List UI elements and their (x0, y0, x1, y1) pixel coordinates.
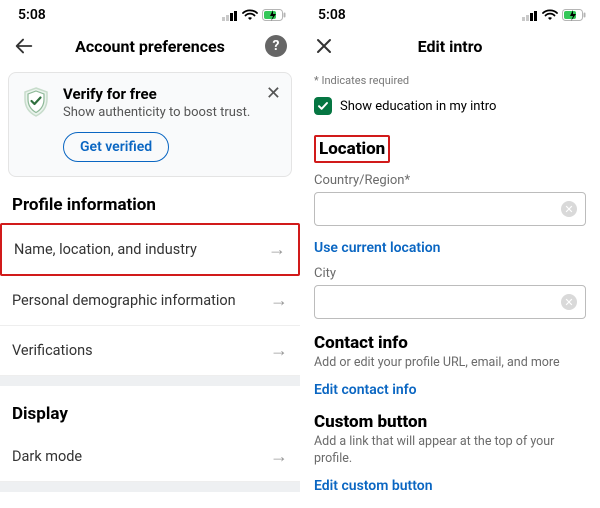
edit-intro-screen: 5:08 Edit intro * Indicates required (300, 0, 600, 508)
section-divider (0, 376, 300, 386)
row-demographic-info[interactable]: Personal demographic information → (0, 276, 300, 326)
status-time: 5:08 (18, 7, 46, 23)
verify-subtitle: Show authenticity to boost trust. (63, 105, 250, 122)
show-education-checkbox-row[interactable]: Show education in my intro (300, 93, 600, 129)
cellular-icon (522, 10, 538, 21)
edit-custom-button[interactable]: Edit custom button (300, 468, 600, 502)
city-label: City (300, 264, 600, 283)
battery-charging-icon (562, 9, 586, 21)
custom-button-sub: Add a link that will appear at the top o… (300, 432, 600, 468)
checkbox-label: Show education in my intro (340, 99, 496, 114)
chevron-right-icon: → (270, 446, 288, 467)
chevron-right-icon: → (268, 239, 286, 260)
status-bar: 5:08 (0, 0, 300, 26)
shield-check-icon (19, 85, 53, 119)
contact-info-heading: Contact info (300, 319, 600, 353)
required-note: * Indicates required (300, 66, 600, 93)
back-icon[interactable] (10, 35, 38, 57)
status-indicators (222, 9, 286, 21)
account-preferences-screen: 5:08 Account preferences ? (0, 0, 300, 508)
row-dark-mode[interactable]: Dark mode → (0, 432, 300, 482)
page-title: Account preferences (38, 37, 262, 56)
verify-card: Verify for free Show authenticity to boo… (8, 72, 292, 177)
battery-charging-icon (262, 9, 286, 21)
city-input[interactable]: ✕ (314, 285, 586, 319)
get-verified-button[interactable]: Get verified (63, 132, 169, 162)
row-label: Name, location, and industry (14, 241, 197, 258)
cellular-icon (222, 10, 238, 21)
close-icon[interactable]: ✕ (266, 83, 281, 104)
status-indicators (522, 9, 586, 21)
status-bar: 5:08 (300, 0, 600, 26)
checkbox-checked-icon (314, 97, 332, 115)
status-time: 5:08 (318, 7, 346, 23)
wifi-icon (242, 9, 258, 21)
verify-title: Verify for free (63, 85, 250, 103)
profile-info-heading: Profile information (0, 177, 300, 223)
contact-info-sub: Add or edit your profile URL, email, and… (300, 353, 600, 372)
chevron-right-icon: → (270, 290, 288, 311)
wifi-icon (542, 9, 558, 21)
chevron-right-icon: → (270, 340, 288, 361)
row-label: Verifications (12, 342, 93, 359)
clear-input-icon[interactable]: ✕ (561, 294, 577, 310)
edit-contact-info-button[interactable]: Edit contact info (300, 372, 600, 406)
page-title: Edit intro (338, 37, 562, 56)
use-current-location-button[interactable]: Use current location (300, 226, 600, 264)
general-preferences-heading: General preferences (0, 492, 300, 508)
row-verifications[interactable]: Verifications → (0, 326, 300, 376)
custom-button-heading: Custom button (300, 406, 600, 432)
country-region-input[interactable]: ✕ (314, 192, 586, 226)
section-divider (0, 482, 300, 492)
right-header: Edit intro (300, 26, 600, 66)
display-heading: Display (0, 386, 300, 432)
clear-input-icon[interactable]: ✕ (561, 201, 577, 217)
left-header: Account preferences ? (0, 26, 300, 66)
country-region-label: Country/Region* (300, 165, 600, 190)
row-label: Personal demographic information (12, 292, 236, 309)
row-label: Dark mode (12, 448, 82, 465)
location-heading: Location (314, 135, 390, 163)
row-name-location-industry[interactable]: Name, location, and industry → (0, 223, 300, 276)
help-icon[interactable]: ? (262, 35, 290, 57)
close-icon[interactable] (310, 36, 338, 56)
